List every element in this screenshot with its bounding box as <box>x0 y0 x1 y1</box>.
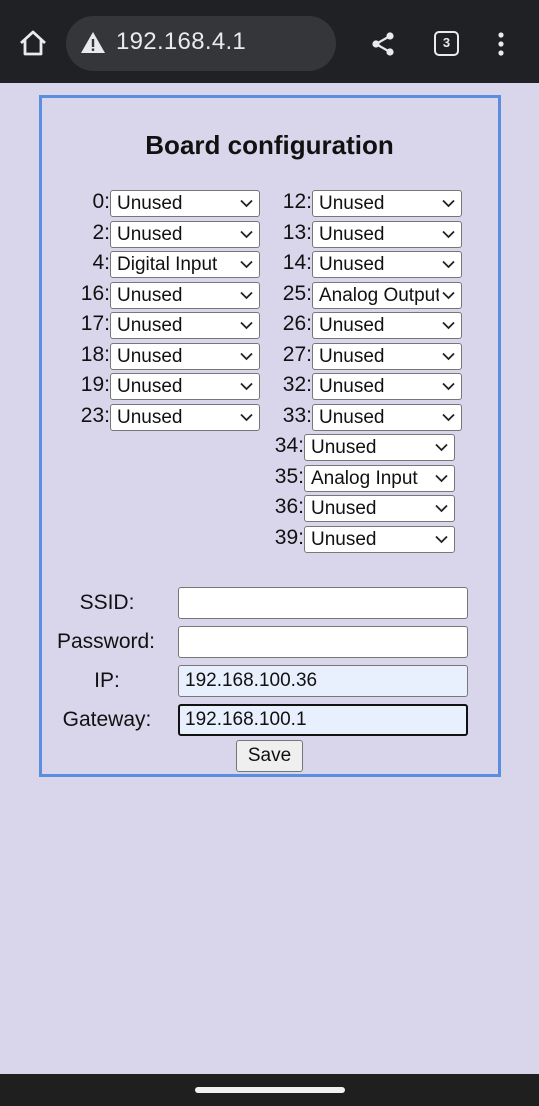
pin-label: 12: <box>282 190 312 213</box>
page-title: Board configuration <box>145 130 394 160</box>
pin-mode-value: Unused <box>311 498 377 519</box>
chevron-down-icon <box>442 382 455 391</box>
pin-label: 25: <box>282 282 312 305</box>
pin-label: 0: <box>92 190 110 213</box>
pin-mode-value: Unused <box>319 193 385 214</box>
pin-label: 23: <box>80 404 110 427</box>
chevron-down-icon <box>442 291 455 300</box>
url-text[interactable]: 192.168.4.1 <box>116 28 246 56</box>
pin-label: 33: <box>282 404 312 427</box>
pin-mode-select[interactable]: Unused <box>110 190 260 217</box>
password-label: Password: <box>56 630 156 653</box>
pin-mode-select[interactable]: Unused <box>110 404 260 431</box>
pin-mode-value: Unused <box>311 529 377 550</box>
pin-label: 13: <box>282 221 312 244</box>
pin-label: 17: <box>80 312 110 335</box>
pin-label: 27: <box>282 343 312 366</box>
pin-mode-select[interactable]: Digital Input <box>110 251 260 278</box>
home-icon[interactable] <box>18 28 48 58</box>
pin-label: 35: <box>274 465 304 488</box>
pin-label: 14: <box>282 251 312 274</box>
gateway-label: Gateway: <box>62 708 152 731</box>
pin-mode-value: Unused <box>319 346 385 367</box>
chevron-down-icon <box>240 199 253 208</box>
chevron-down-icon <box>240 321 253 330</box>
chevron-down-icon <box>435 504 448 513</box>
share-icon[interactable] <box>370 31 396 57</box>
pin-mode-select[interactable]: Unused <box>110 312 260 339</box>
pin-mode-value: Unused <box>117 315 183 336</box>
pin-mode-value: Unused <box>311 437 377 458</box>
chevron-down-icon <box>240 352 253 361</box>
pin-mode-value: Unused <box>319 376 385 397</box>
pin-label: 34: <box>274 434 304 457</box>
ip-label: IP: <box>94 669 120 692</box>
pin-mode-select[interactable]: Unused <box>312 312 462 339</box>
ssid-input[interactable] <box>178 587 468 619</box>
pin-mode-select[interactable]: Unused <box>110 373 260 400</box>
pin-mode-value: Unused <box>319 407 385 428</box>
pin-mode-select[interactable]: Unused <box>312 404 462 431</box>
pin-label: 16: <box>80 282 110 305</box>
chevron-down-icon <box>442 352 455 361</box>
ssid-label: SSID: <box>79 591 135 614</box>
pin-mode-value: Unused <box>117 193 183 214</box>
pin-label: 32: <box>282 373 312 396</box>
gesture-handle[interactable] <box>195 1087 345 1093</box>
chevron-down-icon <box>240 260 253 269</box>
pin-mode-select[interactable]: Unused <box>304 526 455 553</box>
chevron-down-icon <box>442 230 455 239</box>
pin-mode-value: Analog Input <box>311 468 418 489</box>
chevron-down-icon <box>240 382 253 391</box>
pin-label: 39: <box>274 526 304 549</box>
pin-mode-value: Unused <box>117 346 183 367</box>
more-vert-icon[interactable] <box>490 30 512 58</box>
warning-icon[interactable] <box>80 30 106 56</box>
pin-mode-select[interactable]: Unused <box>312 221 462 248</box>
pin-mode-select[interactable]: Unused <box>312 190 462 217</box>
chevron-down-icon <box>435 474 448 483</box>
pin-mode-select[interactable]: Unused <box>304 495 455 522</box>
pin-label: 26: <box>282 312 312 335</box>
password-input[interactable] <box>178 626 468 658</box>
chevron-down-icon <box>435 535 448 544</box>
pin-label: 19: <box>80 373 110 396</box>
chevron-down-icon <box>240 413 253 422</box>
chevron-down-icon <box>435 443 448 452</box>
pin-mode-value: Unused <box>117 376 183 397</box>
pin-mode-select[interactable]: Analog Input <box>304 465 455 492</box>
pin-mode-select[interactable]: Unused <box>110 343 260 370</box>
chevron-down-icon <box>442 413 455 422</box>
pin-label: 4: <box>92 251 110 274</box>
save-button[interactable]: Save <box>236 740 303 772</box>
pin-mode-value: Unused <box>117 285 183 306</box>
pin-mode-select[interactable]: Analog Output <box>312 282 462 309</box>
pin-mode-select[interactable]: Unused <box>312 373 462 400</box>
ip-input[interactable]: 192.168.100.36 <box>178 665 468 697</box>
pin-mode-select[interactable]: Unused <box>110 282 260 309</box>
pin-mode-value: Unused <box>319 224 385 245</box>
pin-mode-select[interactable]: Unused <box>110 221 260 248</box>
tab-switcher-icon[interactable]: 3 <box>434 31 459 56</box>
pin-label: 36: <box>274 495 304 518</box>
chevron-down-icon <box>442 199 455 208</box>
pin-mode-select[interactable]: Unused <box>312 251 462 278</box>
pin-mode-select[interactable]: Unused <box>304 434 455 461</box>
pin-label: 18: <box>80 343 110 366</box>
gateway-input[interactable]: 192.168.100.1 <box>178 704 468 736</box>
pin-mode-value: Unused <box>319 315 385 336</box>
chevron-down-icon <box>240 230 253 239</box>
chevron-down-icon <box>240 291 253 300</box>
pin-mode-value: Unused <box>319 254 385 275</box>
pin-mode-value: Digital Input <box>117 254 218 275</box>
pin-mode-select[interactable]: Unused <box>312 343 462 370</box>
pin-mode-value: Analog Output <box>319 285 439 306</box>
pin-mode-value: Unused <box>117 224 183 245</box>
pin-label: 2: <box>92 221 110 244</box>
pin-mode-value: Unused <box>117 407 183 428</box>
chevron-down-icon <box>442 260 455 269</box>
chevron-down-icon <box>442 321 455 330</box>
